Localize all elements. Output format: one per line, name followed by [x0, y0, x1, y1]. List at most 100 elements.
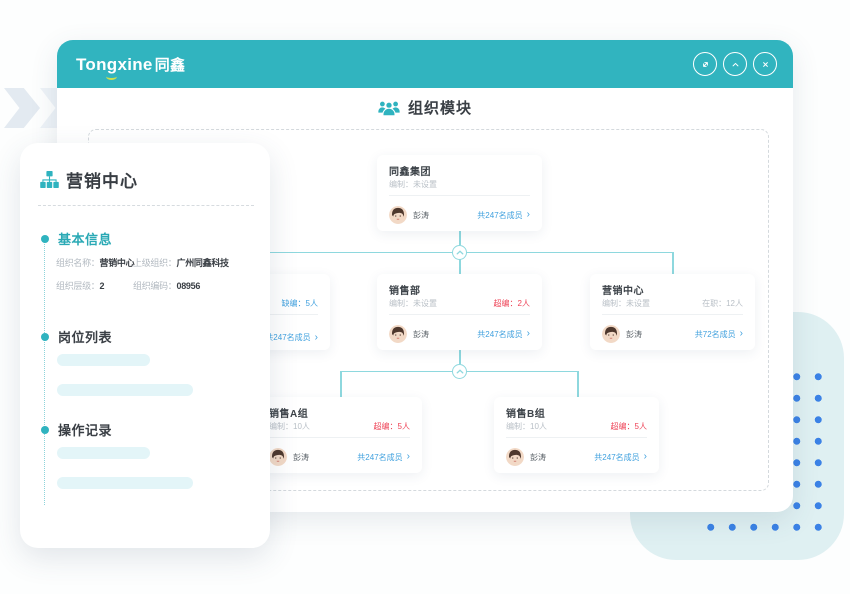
skeleton-bar: [57, 354, 150, 366]
avatar: [389, 206, 407, 224]
close-button[interactable]: [753, 52, 777, 76]
divider: [602, 314, 743, 315]
bullet-icon: [41, 426, 49, 434]
quota-label: 编制：10人: [506, 421, 547, 432]
divider: [389, 195, 530, 196]
field-value: 营销中心: [100, 258, 135, 268]
members-link[interactable]: 共247名成员 ›: [357, 452, 410, 463]
panel-title: 营销中心: [66, 167, 138, 192]
expand-button[interactable]: [693, 52, 717, 76]
section-heading: 基本信息: [58, 229, 112, 248]
chevron-up-icon: [456, 250, 464, 255]
info-field-org-name: 组织名称：营销中心: [56, 256, 134, 269]
bullet-icon: [41, 235, 49, 243]
overstaffed-badge: 超编：5人: [374, 421, 410, 432]
section-position-list: 岗位列表: [45, 327, 112, 346]
section-heading: 岗位列表: [58, 327, 112, 346]
skeleton-bar: [57, 477, 193, 489]
close-icon: [759, 58, 772, 71]
avatar: [269, 448, 287, 466]
members-link[interactable]: 共247名成员 ›: [594, 452, 647, 463]
org-card-sales-group-b[interactable]: 销售B组 编制：10人 超编：5人 彭涛 共247名成员 ›: [494, 397, 659, 473]
collapse-button[interactable]: [723, 52, 747, 76]
field-value: 08956: [177, 281, 201, 291]
avatar: [389, 325, 407, 343]
expand-icon: [699, 58, 712, 71]
section-basic-info: 基本信息: [45, 229, 112, 248]
quota-label: 编制：未设置: [389, 179, 437, 190]
org-card-marketing-center[interactable]: 营销中心 编制：未设置 在职：12人 彭涛 共72名成员 ›: [590, 274, 755, 350]
org-card-title: 销售A组: [269, 405, 410, 418]
connector-line: [459, 259, 461, 274]
org-hierarchy-icon: [40, 171, 59, 188]
quota-label: 编制：未设置: [389, 298, 437, 309]
bullet-icon: [41, 333, 49, 341]
org-card-title: 同鑫集团: [389, 163, 530, 176]
members-link[interactable]: 共247名成员 ›: [477, 210, 530, 221]
connector-line: [340, 371, 342, 397]
quota-label: 编制：未设置: [602, 298, 650, 309]
org-card-sales-dept[interactable]: 销售部 编制：未设置 超编：2人 彭涛 共247名成员 ›: [377, 274, 542, 350]
divider: [506, 437, 647, 438]
org-card-tongxin-group[interactable]: 同鑫集团 编制：未设置 彭涛 共247名成员 ›: [377, 155, 542, 231]
info-field-org-code: 组织编码：08956: [133, 279, 200, 292]
module-title-text: 组织模块: [408, 97, 472, 118]
collapse-node-button[interactable]: [452, 245, 467, 260]
avatar: [602, 325, 620, 343]
manager-name: 彭涛: [413, 210, 429, 221]
divider: [389, 314, 530, 315]
members-link[interactable]: 共72名成员 ›: [695, 329, 743, 340]
understaffed-badge: 缺编：5人: [282, 298, 318, 309]
module-title: 组织模块: [378, 97, 472, 118]
logo-text: Tongxine: [76, 55, 153, 75]
field-label: 组织层级：: [56, 281, 100, 291]
detail-panel: 营销中心 基本信息 组织名称：营销中心 上级组织：广州同鑫科技 组织层级：2 组…: [20, 143, 270, 548]
members-link[interactable]: 共247名成员 ›: [265, 332, 318, 343]
org-card-sales-group-a[interactable]: 销售A组 编制：10人 超编：5人 彭涛 共247名成员 ›: [257, 397, 422, 473]
manager-name: 彭涛: [626, 329, 642, 340]
manager-name: 彭涛: [530, 452, 546, 463]
field-value: 2: [100, 281, 105, 291]
window-header: Tongxine同鑫: [57, 40, 793, 88]
org-card-title: 营销中心: [602, 282, 743, 295]
divider: [269, 437, 410, 438]
members-count: 共72名成员: [695, 329, 736, 340]
members-link[interactable]: 共247名成员 ›: [477, 329, 530, 340]
org-card-title: 销售B组: [506, 405, 647, 418]
window-controls: [693, 52, 777, 76]
overstaffed-badge: 超编：2人: [494, 298, 530, 309]
info-field-parent-org: 上级组织：广州同鑫科技: [133, 256, 229, 269]
connector-line: [459, 231, 461, 245]
chevron-up-icon: [729, 58, 742, 71]
avatar: [506, 448, 524, 466]
connector-line: [672, 252, 674, 274]
skeleton-bar: [57, 384, 193, 396]
quota-label: 编制：10人: [269, 421, 310, 432]
collapse-node-button[interactable]: [452, 364, 467, 379]
section-operation-log: 操作记录: [45, 420, 112, 439]
chevron-up-icon: [456, 369, 464, 374]
members-count: 共247名成员: [265, 332, 310, 343]
field-label: 上级组织：: [133, 258, 177, 268]
chevron-right-icon: ›: [527, 211, 530, 219]
chevron-right-icon: ›: [315, 334, 318, 342]
timeline-line: [44, 239, 45, 505]
section-heading: 操作记录: [58, 420, 112, 439]
manager-name: 彭涛: [293, 452, 309, 463]
members-count: 共247名成员: [477, 210, 522, 221]
logo-text-cn: 同鑫: [155, 54, 186, 75]
field-value: 广州同鑫科技: [177, 258, 229, 268]
field-label: 组织编码：: [133, 281, 177, 291]
info-field-org-level: 组织层级：2: [56, 279, 104, 292]
members-count: 共247名成员: [594, 452, 639, 463]
overstaffed-badge: 超编：5人: [611, 421, 647, 432]
members-count: 共247名成员: [357, 452, 402, 463]
connector-line: [577, 371, 579, 397]
logo-smile-icon: [106, 73, 117, 80]
chevron-right-icon: ›: [740, 330, 743, 338]
active-count-label: 在职：12人: [702, 298, 743, 309]
field-label: 组织名称：: [56, 258, 100, 268]
users-group-icon: [378, 99, 400, 116]
connector-line: [459, 350, 461, 364]
manager-name: 彭涛: [413, 329, 429, 340]
